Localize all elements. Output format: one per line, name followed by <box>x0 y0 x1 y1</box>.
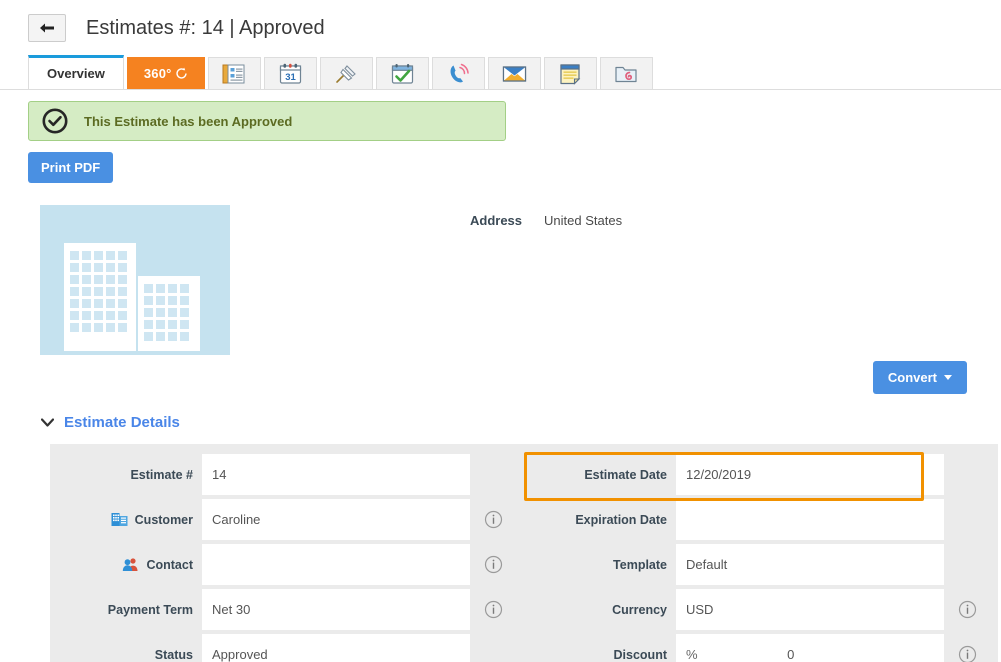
tab-bar: Overview 360° 31 <box>0 55 1001 90</box>
print-row: Print PDF <box>28 152 973 183</box>
payment-term-input[interactable] <box>202 589 470 630</box>
field-customer-label-text: Customer <box>134 512 193 527</box>
tab-calendar[interactable]: 31 <box>263 57 317 89</box>
caret-down-icon <box>944 375 952 380</box>
field-estimate-number-label: Estimate # <box>130 467 193 482</box>
info-icon <box>484 555 502 574</box>
address-block: Address United States <box>470 205 622 355</box>
task-check-icon <box>391 63 414 85</box>
field-template-label: Template <box>613 557 667 572</box>
tab-details[interactable] <box>207 57 261 89</box>
refresh-icon <box>175 67 188 80</box>
field-payment-term-label: Payment Term <box>107 602 193 617</box>
tab-overview-label: Overview <box>47 66 105 81</box>
approval-banner-text: This Estimate has been Approved <box>84 113 293 129</box>
media-row: Address United States <box>28 205 973 355</box>
person-icon <box>122 557 139 572</box>
check-circle-icon <box>42 108 68 134</box>
info-icon <box>958 600 976 619</box>
discount-info[interactable] <box>944 645 990 662</box>
tab-pinned[interactable] <box>319 57 373 89</box>
tab-360-label: 360° <box>143 66 172 81</box>
expiration-date-input[interactable] <box>676 499 944 540</box>
page-header: Estimates #: 14 | Approved <box>0 0 1001 56</box>
address-value: United States <box>544 213 623 228</box>
pushpin-icon <box>334 63 358 85</box>
calendar-31-icon: 31 <box>279 63 302 85</box>
tab-attachments[interactable] <box>599 57 653 89</box>
page-title: Estimates #: 14 | Approved <box>86 16 325 39</box>
print-pdf-button[interactable]: Print PDF <box>28 152 114 183</box>
discount-percent-prefix: % <box>686 647 698 662</box>
field-customer-label: Customer <box>50 512 202 527</box>
convert-button-label: Convert <box>887 370 937 385</box>
info-icon <box>958 645 976 662</box>
tab-tasks[interactable] <box>375 57 429 89</box>
svg-text:31: 31 <box>285 72 296 83</box>
building-icon <box>111 512 128 527</box>
discount-value: 0 <box>787 647 795 662</box>
tab-emails[interactable] <box>487 57 541 89</box>
phone-call-icon <box>447 63 470 85</box>
folder-paperclip-icon <box>614 63 638 85</box>
main-content: This Estimate has been Approved Print PD… <box>0 101 1001 662</box>
estimate-number-input[interactable] <box>202 454 470 495</box>
info-icon <box>484 600 502 619</box>
tab-calls[interactable] <box>431 57 485 89</box>
arrow-left-icon <box>39 21 55 35</box>
field-discount: Discount % 0 <box>524 632 998 662</box>
buildings-placeholder-image <box>40 205 230 355</box>
field-currency: Currency <box>524 587 998 632</box>
field-expiration-date-label: Expiration Date <box>575 512 667 527</box>
field-customer: Customer <box>50 497 524 542</box>
tab-notes[interactable] <box>543 57 597 89</box>
back-button[interactable] <box>28 14 66 42</box>
form-column-left: Estimate # 14 Customer Caroline Contact … <box>50 452 524 662</box>
currency-input[interactable] <box>676 589 944 630</box>
currency-info[interactable] <box>944 600 990 619</box>
convert-row: Convert <box>28 361 973 394</box>
field-estimate-date-label: Estimate Date <box>584 467 667 482</box>
field-discount-label: Discount <box>613 647 667 662</box>
address-label: Address <box>470 213 523 228</box>
field-estimate-date: Estimate Date <box>524 452 998 497</box>
tab-overview[interactable]: Overview <box>28 55 124 89</box>
field-payment-term: Payment Term <box>50 587 524 632</box>
contact-info[interactable] <box>470 555 516 574</box>
field-currency-label: Currency <box>612 602 667 617</box>
field-status-label: Status <box>154 647 193 662</box>
list-details-icon <box>222 63 246 85</box>
info-icon <box>484 510 502 529</box>
chevron-down-icon[interactable] <box>40 416 54 430</box>
tab-360[interactable]: 360° <box>126 57 205 89</box>
template-input[interactable] <box>676 544 944 585</box>
convert-button[interactable]: Convert <box>872 361 967 394</box>
discount-input-group[interactable]: % 0 <box>676 634 944 662</box>
status-input[interactable] <box>202 634 470 662</box>
field-template: Template <box>524 542 998 587</box>
payment-term-info[interactable] <box>470 600 516 619</box>
estimate-details-section-header[interactable]: Estimate Details <box>28 414 973 431</box>
field-contact: Contact <box>50 542 524 587</box>
contact-input[interactable] <box>202 544 470 585</box>
note-icon <box>559 63 581 85</box>
estimate-details-form: Estimate # 14 Customer Caroline Contact … <box>50 444 998 662</box>
field-contact-label-text: Contact <box>146 557 193 572</box>
field-estimate-number: Estimate # <box>50 452 524 497</box>
customer-info[interactable] <box>470 510 516 529</box>
section-title: Estimate Details <box>64 414 180 431</box>
envelope-icon <box>502 64 527 84</box>
field-status: Status <box>50 632 524 662</box>
estimate-date-input[interactable] <box>676 454 944 495</box>
field-contact-label: Contact <box>50 557 202 572</box>
customer-input[interactable] <box>202 499 470 540</box>
form-column-right: Estimate Date Expiration Date Template C… <box>524 452 998 662</box>
field-expiration-date: Expiration Date <box>524 497 998 542</box>
approval-banner: This Estimate has been Approved <box>28 101 506 141</box>
